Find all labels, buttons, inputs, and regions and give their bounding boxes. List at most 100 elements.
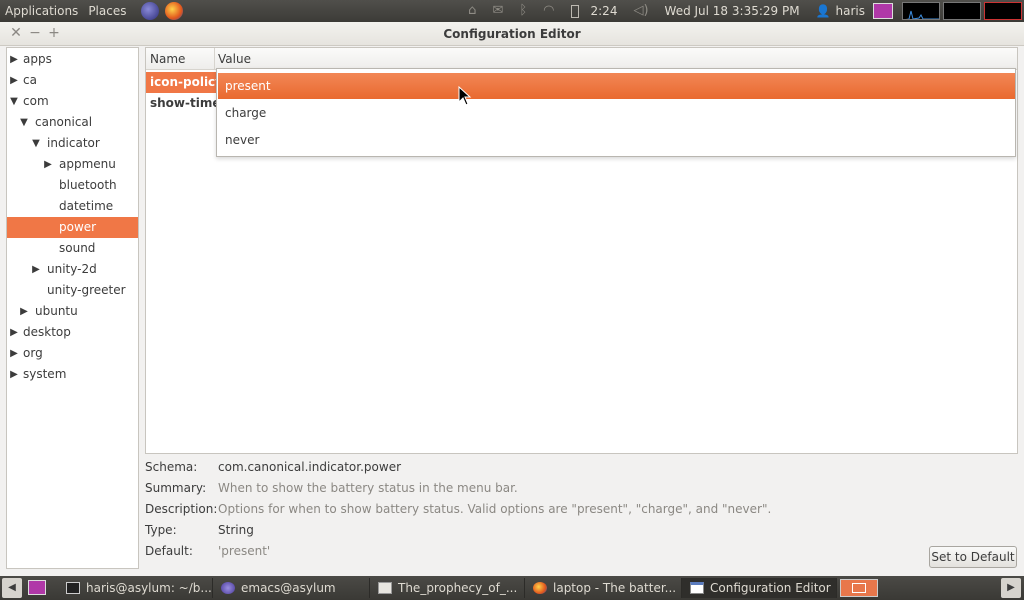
tree-item-label: apps — [23, 52, 52, 66]
schema-label: Schema: — [145, 460, 198, 474]
task-label: laptop - The batter... — [553, 581, 677, 595]
window-title: Configuration Editor — [443, 27, 581, 41]
tree-item-sound[interactable]: sound — [7, 238, 138, 259]
key-name: show-time — [150, 96, 221, 110]
battery-indicator[interactable]: 2:24 — [563, 0, 626, 22]
expander-icon[interactable]: ▶ — [9, 49, 19, 70]
top-panel: Applications Places ⌂ ✉ ᛒ ◠ 2:24 ◁) Wed … — [0, 0, 1024, 22]
expander-icon[interactable]: ▶ — [9, 322, 19, 343]
network-icon[interactable]: ⌂ — [460, 0, 484, 22]
scroll-left-arrow-icon[interactable]: ◀ — [2, 578, 22, 598]
expander-icon[interactable]: ▶ — [43, 154, 53, 175]
cpu-graph — [902, 2, 940, 20]
tree-item-label: ubuntu — [35, 304, 78, 318]
tree-item-org[interactable]: ▶ org — [7, 343, 138, 364]
type-value: String — [218, 523, 254, 537]
network-graph — [984, 2, 1022, 20]
expander-icon[interactable]: ▼ — [31, 133, 41, 154]
workspace-window-icon — [852, 583, 866, 593]
expander-icon[interactable]: ▶ — [19, 301, 29, 322]
tree-item-appmenu[interactable]: ▶ appmenu — [7, 154, 138, 175]
task-firefox[interactable]: laptop - The batter... — [525, 578, 682, 598]
description-value: Options for when to show battery status.… — [218, 502, 772, 516]
task-label: The_prophecy_of_... — [398, 581, 518, 595]
tree-item-label: sound — [59, 241, 96, 255]
user-name: haris — [835, 4, 865, 18]
task-label: haris@asylum: ~/b... — [86, 581, 212, 595]
emacs-icon — [221, 582, 235, 594]
tree-item-unity-2d[interactable]: ▶ unity-2d — [7, 259, 138, 280]
tree-item-label: system — [23, 367, 67, 381]
task-emacs[interactable]: emacs@asylum — [213, 578, 370, 598]
applications-menu[interactable]: Applications — [0, 0, 83, 22]
mail-icon[interactable]: ✉ — [484, 0, 511, 22]
tree-item-datetime[interactable]: datetime — [7, 196, 138, 217]
show-desktop-icon[interactable] — [28, 580, 46, 595]
task-label: Configuration Editor — [710, 581, 831, 595]
dropdown-option-charge[interactable]: charge — [218, 100, 1015, 126]
user-menu[interactable]: 👤 haris — [808, 0, 873, 22]
tree-item-label: appmenu — [59, 157, 116, 171]
column-header-name[interactable]: Name — [150, 52, 185, 66]
document-editor-icon — [378, 582, 392, 594]
tree-item-apps[interactable]: ▶ apps — [7, 49, 138, 70]
tree-item-label: bluetooth — [59, 178, 117, 192]
task-terminal[interactable]: haris@asylum: ~/b... — [58, 578, 213, 598]
expander-icon[interactable]: ▼ — [19, 112, 29, 133]
set-to-default-button[interactable]: Set to Default — [929, 546, 1017, 568]
places-menu[interactable]: Places — [83, 0, 131, 22]
key-list-header: Name Value — [146, 48, 1017, 70]
schema-tree[interactable]: ▶ apps ▶ ca ▼ com ▼ canonical ▼ indicato… — [6, 47, 139, 569]
task-configuration-editor[interactable]: Configuration Editor — [682, 578, 837, 598]
column-header-value[interactable]: Value — [218, 52, 251, 66]
default-value: 'present' — [218, 544, 271, 558]
tree-item-label: unity-greeter — [47, 283, 126, 297]
workspace-switcher[interactable] — [840, 579, 878, 597]
tree-item-unity-greeter[interactable]: unity-greeter — [7, 280, 138, 301]
description-label: Description: — [145, 502, 218, 516]
value-dropdown-popup[interactable]: present charge never — [216, 68, 1016, 157]
tree-item-com[interactable]: ▼ com — [7, 91, 138, 112]
tree-item-power[interactable]: power — [7, 217, 138, 238]
mouse-pointer-icon — [458, 86, 472, 106]
session-icon[interactable] — [873, 3, 893, 19]
clock[interactable]: Wed Jul 18 3:35:29 PM — [657, 0, 808, 22]
tree-item-ca[interactable]: ▶ ca — [7, 70, 138, 91]
tree-item-bluetooth[interactable]: bluetooth — [7, 175, 138, 196]
expander-icon[interactable]: ▼ — [9, 91, 19, 112]
eclipse-launcher-icon[interactable] — [141, 2, 160, 20]
expander-icon[interactable]: ▶ — [31, 259, 41, 280]
volume-icon[interactable]: ◁) — [625, 0, 656, 22]
summary-value: When to show the battery status in the m… — [218, 481, 518, 495]
tree-item-label: com — [23, 94, 49, 108]
task-label: emacs@asylum — [241, 581, 336, 595]
dropdown-option-present[interactable]: present — [218, 73, 1015, 99]
dropdown-option-never[interactable]: never — [218, 127, 1015, 153]
tree-item-label: canonical — [35, 115, 93, 129]
tree-item-ubuntu[interactable]: ▶ ubuntu — [7, 301, 138, 322]
tree-item-indicator[interactable]: ▼ indicator — [7, 133, 138, 154]
battery-time: 2:24 — [590, 4, 618, 18]
firefox-launcher-icon[interactable] — [165, 2, 184, 20]
tree-item-label: org — [23, 346, 43, 360]
expander-icon[interactable]: ▶ — [9, 70, 19, 91]
terminal-icon — [66, 582, 80, 594]
tree-item-label: unity-2d — [47, 262, 97, 276]
tree-item-label: indicator — [47, 136, 100, 150]
bottom-taskbar: ◀ haris@asylum: ~/b... emacs@asylum The_… — [0, 576, 1024, 600]
window-icon — [690, 582, 704, 594]
tree-item-label: datetime — [59, 199, 114, 213]
user-icon: 👤 — [815, 4, 831, 18]
tree-item-system[interactable]: ▶ system — [7, 364, 138, 385]
tree-item-canonical[interactable]: ▼ canonical — [7, 112, 138, 133]
key-name: icon-policy — [150, 75, 223, 89]
type-label: Type: — [145, 523, 177, 537]
tree-item-desktop[interactable]: ▶ desktop — [7, 322, 138, 343]
task-document[interactable]: The_prophecy_of_... — [370, 578, 525, 598]
scroll-right-arrow-icon[interactable]: ▶ — [1001, 578, 1021, 598]
schema-value: com.canonical.indicator.power — [218, 460, 402, 474]
expander-icon[interactable]: ▶ — [9, 364, 19, 385]
wifi-icon[interactable]: ◠ — [535, 0, 562, 22]
bluetooth-icon[interactable]: ᛒ — [511, 0, 535, 22]
expander-icon[interactable]: ▶ — [9, 343, 19, 364]
